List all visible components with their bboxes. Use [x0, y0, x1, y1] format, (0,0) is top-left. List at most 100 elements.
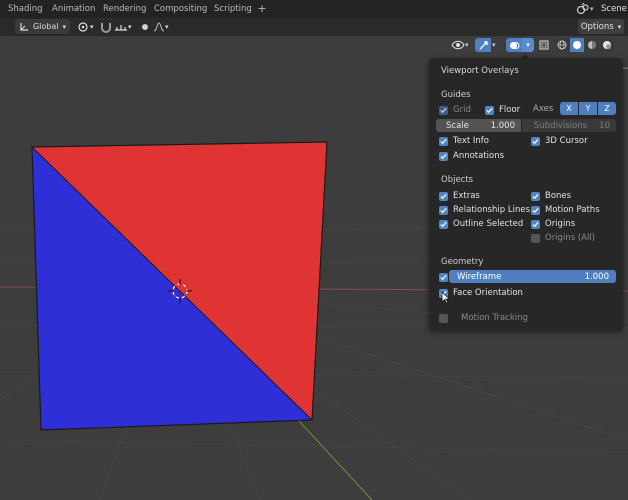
checkbox-empty-icon: [439, 313, 448, 323]
chevron-down-icon: ▾: [90, 22, 94, 31]
origins-label: Origins: [545, 219, 576, 229]
floor-checkbox[interactable]: Floor: [485, 104, 520, 116]
solid-shading-button[interactable]: [570, 38, 584, 52]
3d-cursor-checkbox[interactable]: 3D Cursor: [531, 135, 588, 147]
origins-all-checkbox[interactable]: Origins (All): [531, 232, 595, 244]
grid-scale-field[interactable]: Scale 1.000: [436, 119, 521, 132]
checkmark-icon: [531, 205, 540, 215]
tab-shading[interactable]: Shading: [8, 0, 43, 18]
relationship-lines-checkbox[interactable]: Relationship Lines: [439, 204, 530, 216]
scene-icon[interactable]: [576, 2, 590, 16]
overlays-toggle[interactable]: [506, 38, 522, 52]
checkmark-icon: [485, 105, 494, 115]
checkmark-icon: [531, 219, 540, 229]
annotations-label: Annotations: [453, 151, 505, 161]
tab-compositing[interactable]: Compositing: [154, 0, 207, 18]
guides-heading: Guides: [441, 90, 471, 100]
material-sphere-icon: [588, 41, 596, 49]
origins-checkbox[interactable]: Origins: [531, 218, 575, 230]
axis-y-toggle[interactable]: Y: [579, 102, 597, 115]
motion-tracking-checkbox[interactable]: Motion Tracking: [439, 312, 528, 324]
tab-animation[interactable]: Animation: [52, 0, 95, 18]
options-dropdown[interactable]: Options ▾: [578, 19, 624, 34]
rendered-sphere-icon: [603, 41, 611, 49]
annotations-checkbox[interactable]: Annotations: [439, 150, 504, 162]
wireframe-threshold-slider[interactable]: Wireframe 1.000: [449, 270, 616, 283]
subdivisions-value: 10: [599, 120, 610, 131]
rendered-shading-button[interactable]: [600, 38, 614, 52]
wireframe-shading-button[interactable]: [555, 38, 569, 52]
snap-increment-icon: [115, 24, 127, 31]
material-preview-button[interactable]: [585, 38, 599, 52]
workspace-tabs-bar: Shading Animation Rendering Compositing …: [0, 0, 628, 18]
grid-label: Grid: [453, 105, 471, 115]
viewport-overlays-popover: Viewport Overlays Guides Grid Floor Axes…: [429, 58, 623, 330]
gizmo-toggle-group[interactable]: ▾: [475, 37, 496, 53]
axis-z-toggle[interactable]: Z: [598, 102, 616, 115]
scene-selector[interactable]: Scene: [601, 0, 627, 18]
tab-scripting[interactable]: Scripting: [214, 0, 252, 18]
solid-sphere-icon: [573, 41, 581, 49]
chevron-down-icon: ▾: [465, 41, 469, 49]
axis-x-toggle[interactable]: X: [560, 102, 578, 115]
gizmo-arrows-icon: [479, 40, 488, 49]
chevron-down-icon: ▾: [526, 41, 530, 49]
chevron-down-icon[interactable]: ▾: [590, 0, 594, 18]
pivot-point-dropdown[interactable]: ▾: [77, 19, 94, 34]
checkmark-icon: [439, 105, 448, 115]
object-visibility-dropdown[interactable]: ▾: [451, 37, 469, 53]
popover-title: Viewport Overlays: [441, 66, 519, 76]
falloff-dropdown[interactable]: ▾: [153, 19, 169, 34]
axes-label: Axes: [533, 104, 554, 114]
mouse-cursor-icon: [441, 291, 451, 304]
chevron-down-icon[interactable]: ▾: [492, 41, 496, 49]
orientation-axes-icon: [20, 22, 28, 31]
objects-heading: Objects: [441, 175, 474, 185]
text-info-checkbox[interactable]: Text Info: [439, 135, 489, 147]
chevron-down-icon: ▾: [617, 22, 622, 31]
add-workspace-button[interactable]: +: [256, 0, 268, 18]
bones-checkbox[interactable]: Bones: [531, 190, 571, 202]
tab-rendering[interactable]: Rendering: [103, 0, 146, 18]
outline-selected-label: Outline Selected: [453, 219, 524, 229]
grid-subdivisions-field[interactable]: Subdivisions 10: [522, 119, 616, 132]
subdivisions-label: Subdivisions: [534, 120, 588, 131]
3d-cursor-label: 3D Cursor: [545, 136, 588, 146]
checkmark-icon: [439, 136, 448, 146]
geometry-heading: Geometry: [441, 257, 484, 267]
wireframe-label: Wireframe: [457, 271, 502, 282]
gizmo-toggle[interactable]: [475, 38, 491, 52]
overlays-icon: [509, 41, 519, 49]
checkmark-icon: [531, 191, 540, 201]
pivot-icon: [78, 21, 88, 32]
extras-checkbox[interactable]: Extras: [439, 190, 480, 202]
scale-value: 1.000: [490, 120, 515, 131]
overlays-dropdown[interactable]: ▾: [522, 38, 534, 52]
eye-visibility-icon: [451, 40, 465, 50]
grid-checkbox[interactable]: Grid: [439, 104, 471, 116]
chevron-down-icon: ▾: [165, 22, 169, 31]
outline-selected-checkbox[interactable]: Outline Selected: [439, 218, 523, 230]
proportional-editing-toggle[interactable]: [140, 19, 150, 34]
checkmark-icon: [531, 136, 540, 146]
motion-paths-checkbox[interactable]: Motion Paths: [531, 204, 600, 216]
chevron-down-icon: ▾: [128, 22, 132, 31]
chevron-down-icon: ▾: [62, 22, 67, 31]
wireframe-sphere-icon: [557, 40, 567, 50]
overlays-toggle-group[interactable]: ▾: [506, 37, 534, 53]
options-label: Options: [580, 21, 614, 32]
transform-orientation-dropdown[interactable]: Global ▾: [15, 19, 70, 34]
checkmark-icon: [439, 272, 448, 282]
face-orientation-checkbox[interactable]: Face Orientation: [439, 287, 523, 299]
snap-toggle[interactable]: [100, 19, 112, 34]
snap-target-dropdown[interactable]: ▾: [114, 19, 132, 34]
magnet-icon: [101, 22, 111, 33]
face-orientation-label: Face Orientation: [453, 288, 523, 298]
shading-mode-group: [555, 37, 614, 53]
extras-label: Extras: [453, 191, 480, 201]
panel-collapse-icon[interactable]: −: [622, 64, 628, 74]
wireframe-value: 1.000: [584, 271, 609, 282]
checkbox-empty-icon: [531, 233, 540, 243]
relationship-lines-label: Relationship Lines: [453, 205, 531, 215]
xray-toggle[interactable]: [538, 37, 550, 53]
